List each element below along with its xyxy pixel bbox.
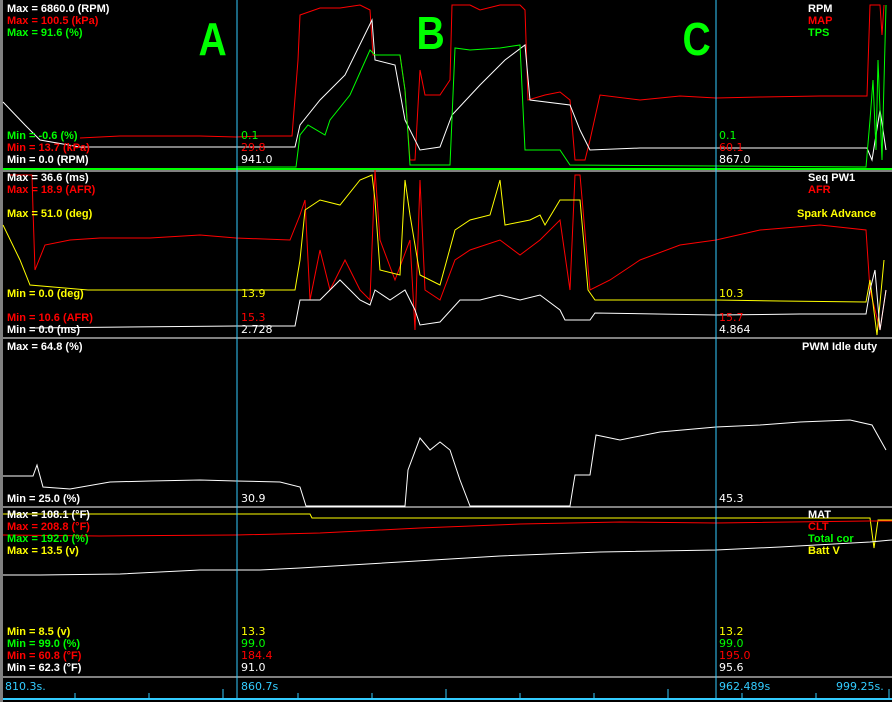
clt-min: Min = 60.8 (°F) (7, 650, 82, 662)
trace-pw (29, 269, 887, 331)
legend-clt: CLT (808, 521, 829, 533)
spark-min: Min = 0.0 (deg) (7, 288, 84, 300)
afr-max: Max = 18.9 (AFR) (7, 184, 96, 196)
map-max: Max = 100.5 (kPa) (7, 15, 99, 27)
marker-b: B (416, 7, 445, 59)
total-cor-min: Min = 99.0 (%) (7, 638, 81, 650)
legend-spark-advance: Spark Advance (797, 208, 877, 220)
legend-seq-pw1: Seq PW1 (808, 172, 856, 184)
battv-min: Min = 8.5 (v) (7, 626, 71, 638)
cursor-a-pw: 2.728 (241, 323, 273, 336)
map-min: Min = 13.7 (kPa) (7, 142, 90, 154)
marker-c: C (682, 13, 711, 65)
legend-batt-v: Batt V (808, 545, 840, 557)
cursor-b-mat: 95.6 (719, 661, 744, 674)
pw-max: Max = 36.6 (ms) (7, 172, 89, 184)
cursor-a-spark: 13.9 (241, 287, 266, 300)
mat-min: Min = 62.3 (°F) (7, 662, 82, 674)
clt-max: Max = 208.8 (°F) (7, 521, 90, 533)
log-viewer: A B C Max = 6860.0 (RPM) Max = 100.5 (kP… (0, 0, 892, 702)
trace-mat (3, 513, 892, 549)
afr-min: Min = 10.6 (AFR) (7, 312, 93, 324)
cursor-a-mat: 91.0 (241, 661, 266, 674)
rpm-min: Min = 0.0 (RPM) (7, 154, 89, 166)
idle-duty-min: Min = 25.0 (%) (7, 493, 81, 505)
mat-max: Max = 108.1 (°F) (7, 509, 90, 521)
trace-afr (8, 169, 887, 331)
total-cor-max: Max = 192.0 (%) (7, 533, 89, 545)
legend-mat: MAT (808, 509, 832, 521)
trace-spark (2, 174, 885, 336)
battv-max: Max = 13.5 (v) (7, 545, 79, 557)
trace-idle-duty (3, 419, 887, 507)
marker-a: A (198, 13, 227, 65)
timeline-cursor-b: 962.489s (719, 680, 771, 693)
timeline-end: 999.25s. (836, 680, 884, 693)
spark-max: Max = 51.0 (deg) (7, 208, 93, 220)
timeline-cursor-a: 860.7s (241, 680, 279, 693)
trace-clt (2, 520, 892, 537)
rpm-max: Max = 6860.0 (RPM) (7, 3, 110, 15)
cursor-a-rpm: 941.0 (241, 153, 273, 166)
cursor-a-idle-duty: 30.9 (241, 492, 266, 505)
tps-max: Max = 91.6 (%) (7, 27, 83, 39)
timeline-bar[interactable] (3, 698, 892, 700)
trace-battv (3, 539, 892, 576)
pw-min: Min = 0.0 (ms) (7, 324, 81, 336)
timeline-start: 810.3s. (5, 680, 46, 693)
graph-canvas[interactable] (0, 0, 892, 702)
legend-map: MAP (808, 15, 833, 27)
left-border (0, 0, 3, 702)
legend-tps: TPS (808, 27, 830, 39)
legend-pwm-idle-duty: PWM Idle duty (802, 341, 878, 353)
cursor-b-spark: 10.3 (719, 287, 744, 300)
cursor-b-idle-duty: 45.3 (719, 492, 744, 505)
tps-min: Min = -0.6 (%) (7, 130, 78, 142)
idle-duty-max: Max = 64.8 (%) (7, 341, 83, 353)
cursor-b-rpm: 867.0 (719, 153, 751, 166)
legend-rpm: RPM (808, 3, 833, 15)
legend-total-cor: Total cor (808, 533, 854, 545)
cursor-b-pw: 4.864 (719, 323, 751, 336)
legend-afr: AFR (808, 184, 831, 196)
